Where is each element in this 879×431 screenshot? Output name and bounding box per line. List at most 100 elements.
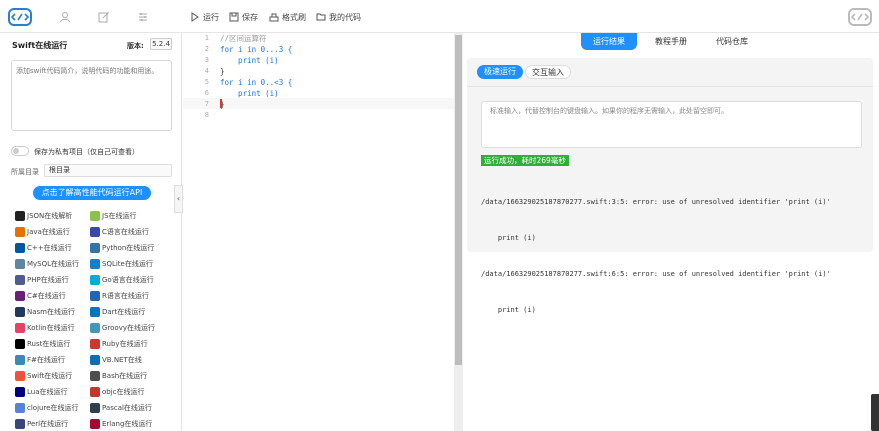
language-link[interactable]: C++在线运行 <box>15 243 72 253</box>
code-line[interactable]: for i in 0...3 { <box>220 44 292 55</box>
language-link[interactable]: Go语言在线运行 <box>90 275 154 285</box>
stdin-textarea[interactable]: 标准输入，代替控制台的键盘输入。如果你的程序无需输入，此处留空即可。 <box>481 101 862 148</box>
language-link[interactable]: PHP在线运行 <box>15 275 69 285</box>
line-number: 8 <box>204 111 209 119</box>
folder-icon <box>316 13 326 21</box>
language-link[interactable]: Java在线运行 <box>15 227 70 237</box>
code-line[interactable]: //区间运算符 <box>220 33 267 44</box>
language-link[interactable]: VB.NET在线 <box>90 355 142 365</box>
language-label: Swift在线运行 <box>27 372 73 380</box>
language-label: Kotlin在线运行 <box>27 324 75 332</box>
language-link[interactable]: MySQL在线运行 <box>15 259 79 269</box>
code-line[interactable]: print (i) <box>220 88 279 99</box>
language-link[interactable]: Bash在线运行 <box>90 371 147 381</box>
line-number: 6 <box>204 89 209 97</box>
run-button[interactable]: 运行 <box>190 10 219 24</box>
result-card: 极速运行 交互输入 标准输入，代替控制台的键盘输入。如果你的程序无需输入，此处留… <box>467 58 873 314</box>
collapse-panel-button[interactable]: ‹ <box>174 185 183 213</box>
language-link[interactable]: Dart在线运行 <box>90 307 145 317</box>
floating-side-tool[interactable] <box>871 394 879 431</box>
description-textarea[interactable]: 添加swift代码简介，说明代码的功能和用途。 <box>11 60 172 131</box>
code-line[interactable]: for i in 0..<3 { <box>220 77 292 88</box>
top-bar: 运行 保存 格式刷 我的代码 <box>0 0 879 33</box>
version-select[interactable]: 5.2.4 <box>150 38 172 50</box>
scrollbar-thumb[interactable] <box>455 35 462 365</box>
code-editor[interactable]: 1 2 3 4 5 6 7 8 //区间运算符 for i in 0...3 { print (… <box>183 33 463 431</box>
language-link[interactable]: SQLite在线运行 <box>90 259 153 269</box>
nasm-icon <box>15 307 25 317</box>
language-label: JS在线运行 <box>102 212 137 220</box>
language-link[interactable]: Perl在线运行 <box>15 419 68 429</box>
cpp-icon <box>15 243 25 253</box>
code-line[interactable]: print (i) <box>220 55 279 66</box>
language-link[interactable]: Swift在线运行 <box>15 371 72 381</box>
my-code-button[interactable]: 我的代码 <box>316 10 361 24</box>
format-button[interactable]: 格式刷 <box>269 10 306 24</box>
tab-tutorial[interactable]: 教程手册 <box>643 33 699 50</box>
edit-icon[interactable] <box>98 11 110 23</box>
language-link[interactable]: Ruby在线运行 <box>90 339 148 349</box>
rust-icon <box>15 339 25 349</box>
tab-code-repo[interactable]: 代码仓库 <box>704 33 760 50</box>
language-link[interactable]: Kotlin在线运行 <box>15 323 75 333</box>
language-link[interactable]: JSON在线解析 <box>15 211 72 221</box>
erlang-icon <box>90 419 100 429</box>
user-icon[interactable] <box>59 11 71 23</box>
language-label: Lua在线运行 <box>27 388 68 396</box>
format-brush-icon <box>269 13 279 22</box>
line-number: 3 <box>204 56 209 64</box>
language-link[interactable]: Python在线运行 <box>90 243 154 253</box>
page-title: Swift在线运行 <box>12 41 68 50</box>
language-label: Nasm在线运行 <box>27 308 75 316</box>
api-info-button[interactable]: 点击了解高性能代码运行API <box>33 186 151 200</box>
language-link[interactable]: clojure在线运行 <box>15 403 79 413</box>
line-number: 7 <box>204 100 209 108</box>
language-link[interactable]: R语言在线运行 <box>90 291 149 301</box>
language-link[interactable]: Erlang在线运行 <box>90 419 152 429</box>
fsharp-icon <box>15 355 25 365</box>
line-number: 4 <box>204 67 209 75</box>
language-label: Groovy在线运行 <box>102 324 155 332</box>
tab-fast-run[interactable]: 极速运行 <box>477 65 523 79</box>
vbnet-icon <box>90 355 100 365</box>
editor-scrollbar[interactable] <box>454 33 463 431</box>
version-label: 版本: <box>127 42 144 50</box>
language-label: Ruby在线运行 <box>102 340 148 348</box>
code-line[interactable]: } <box>220 66 225 77</box>
site-logo-gray-icon <box>848 8 872 26</box>
language-label: C语言在线运行 <box>102 228 149 236</box>
site-logo-icon[interactable] <box>8 8 32 26</box>
line-number-gutter: 1 2 3 4 5 6 7 8 <box>183 33 211 431</box>
language-link[interactable]: Nasm在线运行 <box>15 307 75 317</box>
language-link[interactable]: JS在线运行 <box>90 211 137 221</box>
dart-icon <box>90 307 100 317</box>
language-link[interactable]: Lua在线运行 <box>15 387 68 397</box>
right-panel: 运行结果 教程手册 代码仓库 极速运行 交互输入 标准输入，代替控制台的键盘输入… <box>463 33 879 431</box>
swift-icon <box>15 371 25 381</box>
my-code-label: 我的代码 <box>329 12 361 22</box>
settings-icon[interactable] <box>137 11 149 23</box>
language-label: C#在线运行 <box>27 292 66 300</box>
language-label: MySQL在线运行 <box>27 260 80 268</box>
pascal-icon <box>90 403 100 413</box>
private-toggle[interactable] <box>11 146 29 156</box>
language-label: Python在线运行 <box>102 244 155 252</box>
tab-run-result[interactable]: 运行结果 <box>581 33 637 50</box>
directory-select[interactable]: 根目录 <box>44 164 172 177</box>
language-label: Erlang在线运行 <box>102 420 153 428</box>
objc-icon <box>90 387 100 397</box>
language-link[interactable]: C语言在线运行 <box>90 227 149 237</box>
left-panel: Swift在线运行 版本: 5.2.4 添加swift代码简介，说明代码的功能和… <box>0 33 183 431</box>
language-label: SQLite在线运行 <box>102 260 153 268</box>
language-link[interactable]: objc在线运行 <box>90 387 145 397</box>
save-button[interactable]: 保存 <box>229 10 258 24</box>
play-icon <box>191 12 199 22</box>
kotlin-icon <box>15 323 25 333</box>
language-link[interactable]: Pascal在线运行 <box>90 403 152 413</box>
clojure-icon <box>15 403 25 413</box>
tab-interactive-input[interactable]: 交互输入 <box>525 65 571 79</box>
language-link[interactable]: C#在线运行 <box>15 291 66 301</box>
language-link[interactable]: F#在线运行 <box>15 355 65 365</box>
language-link[interactable]: Groovy在线运行 <box>90 323 155 333</box>
language-link[interactable]: Rust在线运行 <box>15 339 70 349</box>
